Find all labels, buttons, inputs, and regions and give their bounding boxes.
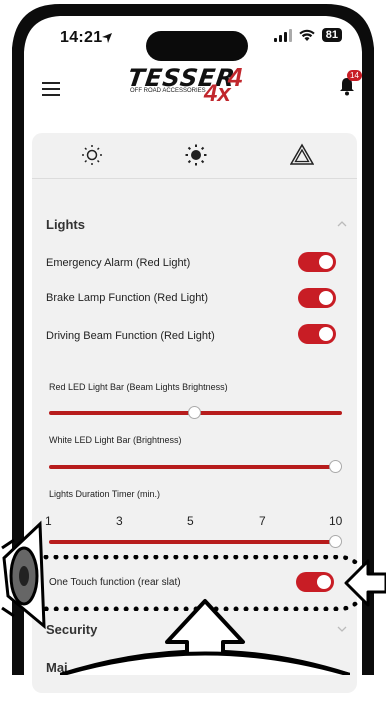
mode-icons-row [32,133,357,179]
timer-tick: 7 [259,514,266,528]
lights-section-title[interactable]: Lights [46,217,85,232]
arrow-left-icon [344,559,386,607]
notification-badge: 14 [347,70,362,81]
driving-beam-toggle[interactable] [298,324,336,344]
status-time: 14:21 [60,29,103,46]
chevron-up-icon[interactable] [337,221,347,227]
battery-level: 81 [321,28,342,42]
dynamic-island [146,31,248,61]
timer-slider-thumb[interactable] [329,535,342,548]
timer-tick: 5 [187,514,194,528]
brake-lamp-label: Brake Lamp Function (Red Light) [46,292,209,304]
speaker-icon [1,520,46,630]
emergency-alarm-label: Emergency Alarm (Red Light) [46,257,191,269]
timer-tick: 10 [329,514,343,528]
one-touch-toggle[interactable] [296,572,334,592]
logo-suffix: 4x [204,80,231,107]
white-led-slider-label: White LED Light Bar (Brightness) [49,435,182,445]
arrow-up-icon [60,599,350,675]
menu-icon[interactable] [42,82,60,96]
one-touch-label: One Touch function (rear slat) [49,577,181,588]
driving-beam-label: Driving Beam Function (Red Light) [46,330,215,342]
cellular-signal-icon [273,28,292,42]
phone-mockup: 14:21 81 TESSER OFF ROAD ACCESSORIES 4 4… [0,0,386,704]
logo-subtitle: OFF ROAD ACCESSORIES [130,88,206,94]
wifi-icon [299,29,315,41]
sun-outline-icon[interactable] [80,143,104,167]
white-led-slider-thumb[interactable] [329,460,342,473]
toggle-knob [319,255,333,269]
toggle-knob [319,327,333,341]
toggle-knob [319,291,333,305]
red-led-slider-thumb[interactable] [188,406,201,419]
timer-tick: 3 [116,514,123,528]
brand-logo: TESSER OFF ROAD ACCESSORIES 4 4x [126,62,278,110]
white-led-slider-track[interactable] [49,465,339,469]
brake-lamp-toggle[interactable] [298,288,336,308]
emergency-alarm-toggle[interactable] [298,252,336,272]
status-icons: 81 [273,28,342,42]
warning-triangle-icon[interactable] [290,143,314,167]
timer-slider-label: Lights Duration Timer (min.) [49,489,161,499]
location-arrow-icon [102,33,112,43]
sun-filled-icon[interactable] [184,143,208,167]
toggle-knob [317,575,331,589]
red-led-slider-label: Red LED Light Bar (Beam Lights Brightnes… [49,382,228,392]
timer-slider-track[interactable] [49,540,339,544]
